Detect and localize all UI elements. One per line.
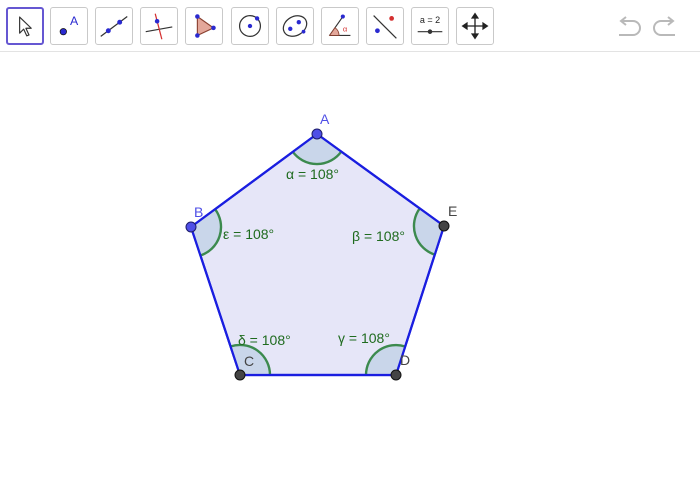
polygon-tool-button[interactable]: [185, 7, 223, 45]
slider-tool-button[interactable]: a = 2: [411, 7, 449, 45]
line-icon: [100, 16, 128, 37]
angle-label-gamma: γ = 108°: [338, 330, 390, 346]
point-c[interactable]: [234, 369, 246, 381]
angle-label-alpha: α = 108°: [286, 166, 339, 182]
perpendicular-line-icon: [145, 13, 173, 40]
slider-icon: a = 2: [417, 15, 443, 34]
toolbar: A α a = 2: [0, 0, 700, 52]
undo-button[interactable]: [613, 14, 643, 40]
circle-icon: [238, 14, 262, 38]
point-label-c: C: [244, 353, 254, 369]
point-icon: A: [59, 14, 79, 36]
reflect-tool-button[interactable]: [366, 7, 404, 45]
move-graphics-view-tool-button[interactable]: [456, 7, 494, 45]
ellipse-icon: [282, 15, 308, 37]
redo-button[interactable]: [651, 14, 681, 40]
svg-text:α: α: [343, 25, 348, 34]
angle-label-beta: β = 108°: [352, 228, 405, 244]
line-tool-button[interactable]: [95, 7, 133, 45]
ellipse-tool-button[interactable]: [276, 7, 314, 45]
point-e[interactable]: [438, 220, 450, 232]
angle-label-epsilon: ε = 108°: [223, 226, 274, 242]
point-label-b: B: [194, 204, 203, 220]
move-cursor-icon: [19, 16, 32, 37]
angle-label-delta: δ = 108°: [238, 332, 291, 348]
circle-tool-button[interactable]: [231, 7, 269, 45]
angle-tool-button[interactable]: α: [321, 7, 359, 45]
point-label-a: A: [320, 111, 330, 127]
polygon-icon: [195, 14, 216, 38]
angle-icon: α: [328, 14, 351, 37]
move-graphics-view-icon: [461, 12, 489, 40]
redo-icon: [653, 16, 675, 36]
point-tool-label: A: [70, 14, 79, 28]
slider-tool-label: a = 2: [420, 15, 440, 25]
point-label-d: D: [400, 352, 410, 368]
point-tool-button[interactable]: A: [50, 7, 88, 45]
reflect-icon: [373, 15, 397, 39]
point-d[interactable]: [390, 369, 402, 381]
graphics-view[interactable]: α = 108° β = 108° γ = 108° δ = 108° ε = …: [0, 53, 700, 500]
move-tool-button[interactable]: [6, 7, 44, 45]
point-label-e: E: [448, 203, 457, 219]
perpendicular-line-tool-button[interactable]: [140, 7, 178, 45]
point-b[interactable]: [185, 221, 197, 233]
point-a[interactable]: [311, 128, 323, 140]
construction-canvas: α = 108° β = 108° γ = 108° δ = 108° ε = …: [185, 111, 457, 381]
undo-icon: [619, 16, 641, 36]
